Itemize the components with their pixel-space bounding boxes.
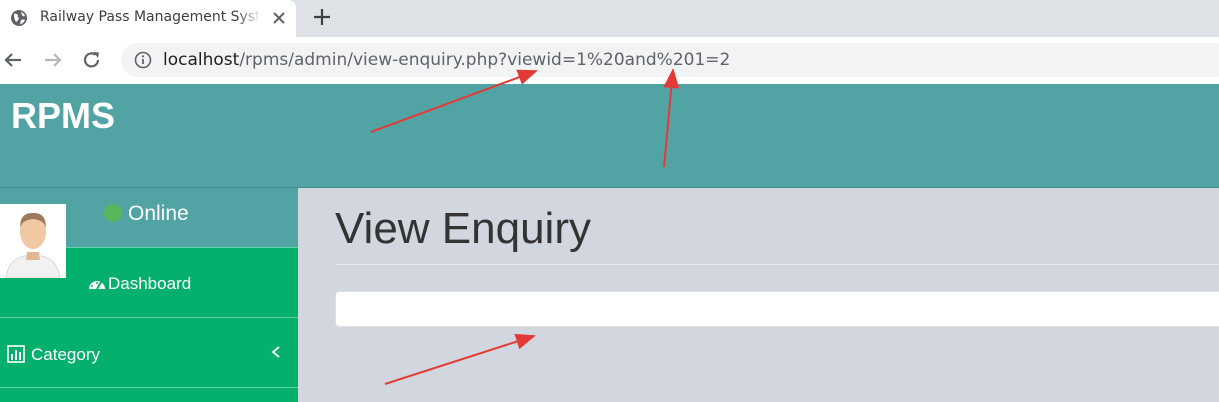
url-text[interactable]: localhost/rpms/admin/view-enquiry.php?vi… <box>163 50 730 70</box>
app-header: RPMS <box>0 84 1219 188</box>
sidebar-item-category[interactable]: Category <box>0 317 298 387</box>
sidebar-item-label: Category <box>31 345 100 364</box>
forward-arrow-icon[interactable] <box>42 49 64 71</box>
dashboard-icon <box>89 281 105 290</box>
browser-tab[interactable]: Railway Pass Management System <box>0 0 296 37</box>
avatar <box>0 204 66 278</box>
address-bar[interactable]: localhost/rpms/admin/view-enquiry.php?vi… <box>121 43 1219 77</box>
back-arrow-icon[interactable] <box>2 49 24 71</box>
tab-title-fade <box>236 6 262 28</box>
main-content: View Enquiry <box>298 188 1219 402</box>
app-logo[interactable]: RPMS <box>11 95 115 137</box>
reload-icon[interactable] <box>81 49 103 71</box>
title-divider <box>335 264 1219 265</box>
browser-tabstrip: Railway Pass Management System <box>0 0 1219 37</box>
info-icon[interactable] <box>134 51 152 69</box>
globe-icon <box>11 10 27 26</box>
tab-title: Railway Pass Management System <box>40 9 258 25</box>
url-path: /rpms/admin/view-enquiry.php?viewid=1%20… <box>239 50 731 70</box>
user-status: Online <box>104 202 189 226</box>
close-icon[interactable] <box>269 8 289 28</box>
plus-icon[interactable] <box>311 6 333 28</box>
status-label: Online <box>128 202 189 225</box>
bar-chart-icon <box>7 345 25 363</box>
online-dot-icon <box>104 204 122 222</box>
browser-toolbar: localhost/rpms/admin/view-enquiry.php?vi… <box>0 37 1219 84</box>
url-host: localhost <box>163 50 240 70</box>
enquiry-panel <box>335 291 1219 327</box>
page-title: View Enquiry <box>335 204 591 253</box>
sidebar-item-next[interactable] <box>0 387 298 402</box>
sidebar-item-label: Dashboard <box>108 274 192 293</box>
sidebar: Online Dashboard Category <box>0 188 298 402</box>
chevron-left-icon[interactable] <box>270 345 282 359</box>
